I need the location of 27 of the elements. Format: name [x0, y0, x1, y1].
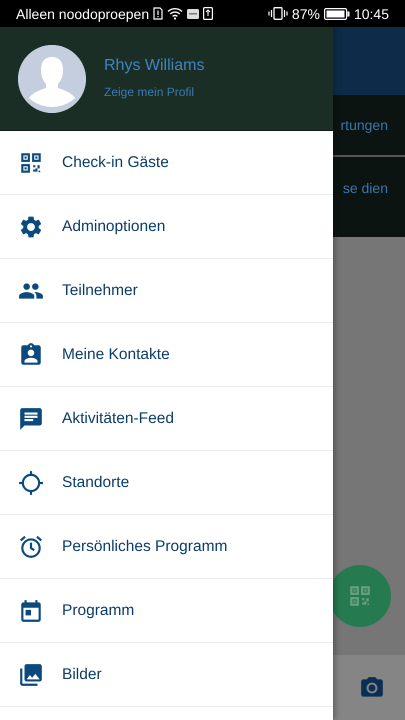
menu-item[interactable]: Bilder	[0, 643, 333, 707]
menu-item[interactable]: Persönliches Programm	[0, 515, 333, 579]
clock-time: 10:45	[354, 6, 389, 22]
battery-percent: 87%	[292, 6, 320, 22]
message-icon	[187, 8, 200, 18]
menu-item[interactable]: Programm	[0, 579, 333, 643]
images-icon	[18, 662, 44, 688]
upload-icon	[203, 7, 214, 20]
settings-icon	[18, 214, 44, 240]
menu-item[interactable]: Teilnehmer	[0, 259, 333, 323]
avatar-icon	[18, 44, 86, 112]
menu-item[interactable]: Aktivitäten-Feed	[0, 387, 333, 451]
menu-item[interactable]: Standorte	[0, 451, 333, 515]
banner-text: se dien	[342, 180, 389, 196]
menu-item[interactable]: Adminoptionen	[0, 195, 333, 259]
menu-item[interactable]: Check-in Gäste	[0, 131, 333, 195]
sim-alert-icon	[153, 7, 164, 20]
menu-item[interactable]: Meine Kontakte	[0, 323, 333, 387]
wifi-icon	[167, 7, 184, 20]
carrier-text: Alleen noodoproepen	[16, 6, 150, 22]
chat-icon	[18, 406, 44, 432]
tab-label[interactable]: rtungen	[340, 117, 405, 133]
crosshair-icon	[18, 470, 44, 496]
battery-icon	[324, 8, 350, 20]
vibrate-icon	[268, 7, 288, 20]
alarm-clock-icon	[18, 534, 44, 560]
user-name: Rhys Williams	[104, 56, 204, 74]
